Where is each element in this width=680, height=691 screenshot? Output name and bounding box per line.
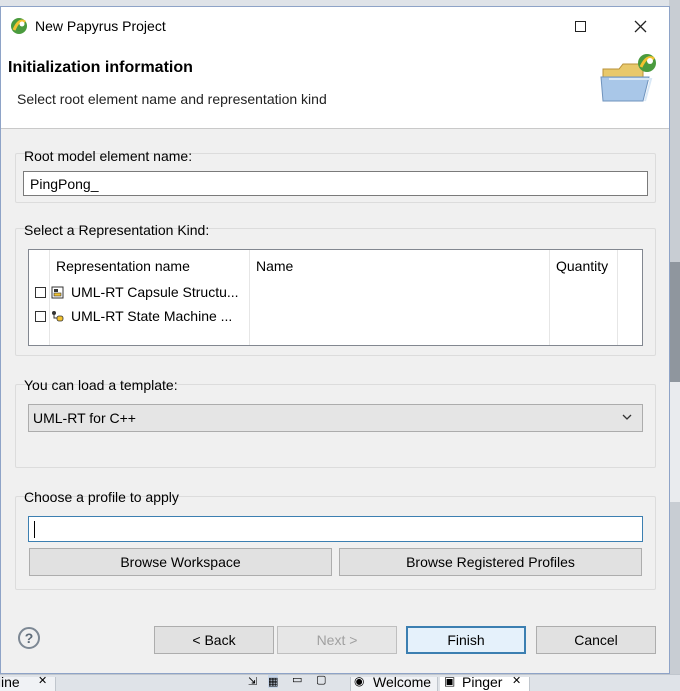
row-checkbox[interactable] <box>35 287 46 298</box>
tab-pinger[interactable]: ▣ Pinger ✕ <box>440 674 530 691</box>
text-cursor <box>34 520 35 538</box>
page-title: Initialization information <box>8 59 193 76</box>
chevron-down-icon <box>622 414 632 420</box>
column-separator <box>617 250 618 345</box>
background-workbench <box>669 0 680 691</box>
template-select[interactable]: UML-RT for C++ <box>28 404 643 432</box>
diagram-icon: ▣ <box>444 674 456 688</box>
finish-button[interactable]: Finish <box>406 626 526 654</box>
profile-input[interactable] <box>28 516 643 542</box>
welcome-icon: ◉ <box>354 674 365 688</box>
template-selected-value: UML-RT for C++ <box>33 410 136 426</box>
table-row[interactable]: UML-RT State Machine ... <box>29 306 249 328</box>
representation-table: Representation name Name Quantity UML-RT… <box>28 249 643 346</box>
back-button[interactable]: < Back <box>154 626 274 654</box>
column-separator <box>549 250 550 345</box>
papyrus-app-icon <box>11 18 27 34</box>
help-icon[interactable]: ? <box>18 627 40 649</box>
tab-pinger-label: Pinger <box>462 674 503 690</box>
minimize-icon[interactable]: ▭ <box>292 673 302 686</box>
table-row[interactable]: UML-RT Capsule Structu... <box>29 282 249 304</box>
tab-outline-label: tline <box>0 674 20 690</box>
column-separator <box>249 250 250 345</box>
maximize-button[interactable] <box>557 7 603 45</box>
new-project-dialog: New Papyrus Project Initialization infor… <box>0 6 670 674</box>
wizard-header: Initialization information Select root e… <box>1 45 669 129</box>
maximize-icon[interactable]: ▢ <box>316 673 326 686</box>
next-button[interactable]: Next > <box>277 626 397 654</box>
close-button[interactable] <box>617 7 663 45</box>
folder-wizard-icon <box>600 54 656 102</box>
row-label: UML-RT Capsule Structu... <box>71 284 239 300</box>
template-label: You can load a template: <box>24 377 178 393</box>
cancel-button[interactable]: Cancel <box>536 626 656 654</box>
capsule-structure-icon <box>51 286 64 299</box>
root-model-input[interactable]: PingPong_ <box>23 171 648 196</box>
maximize-icon <box>574 20 586 32</box>
close-icon <box>634 20 646 32</box>
browse-workspace-button[interactable]: Browse Workspace <box>29 548 332 576</box>
browse-registered-profiles-button[interactable]: Browse Registered Profiles <box>339 548 642 576</box>
toolbar-icon[interactable]: ▦ <box>268 675 279 688</box>
profile-label: Choose a profile to apply <box>24 489 179 505</box>
row-label: UML-RT State Machine ... <box>71 308 233 324</box>
tab-welcome[interactable]: ◉ Welcome <box>350 674 438 691</box>
state-machine-icon <box>52 311 64 322</box>
workbench-panel-light <box>669 382 680 502</box>
toolbar-icon[interactable]: ⇲ <box>248 675 257 688</box>
column-header-quantity[interactable]: Quantity <box>556 258 608 274</box>
row-checkbox[interactable] <box>35 311 46 322</box>
close-icon[interactable]: ✕ <box>38 674 47 687</box>
window-title: New Papyrus Project <box>35 18 166 34</box>
column-header-name[interactable]: Name <box>256 258 293 274</box>
tab-outline[interactable]: tline ✕ <box>0 674 56 691</box>
column-header-representation-name[interactable]: Representation name <box>56 258 190 274</box>
page-subtitle: Select root element name and representat… <box>17 91 327 107</box>
representation-label: Select a Representation Kind: <box>24 222 210 238</box>
workbench-panel <box>669 262 680 382</box>
workbench-tabbar: tline ✕ ⇲ ▦ ▭ ▢ ◉ Welcome ▣ Pinger ✕ <box>0 674 680 691</box>
tab-welcome-label: Welcome <box>373 674 432 690</box>
close-icon[interactable]: ✕ <box>512 674 521 687</box>
root-model-label: Root model element name: <box>24 148 193 164</box>
title-bar: New Papyrus Project <box>1 7 669 45</box>
